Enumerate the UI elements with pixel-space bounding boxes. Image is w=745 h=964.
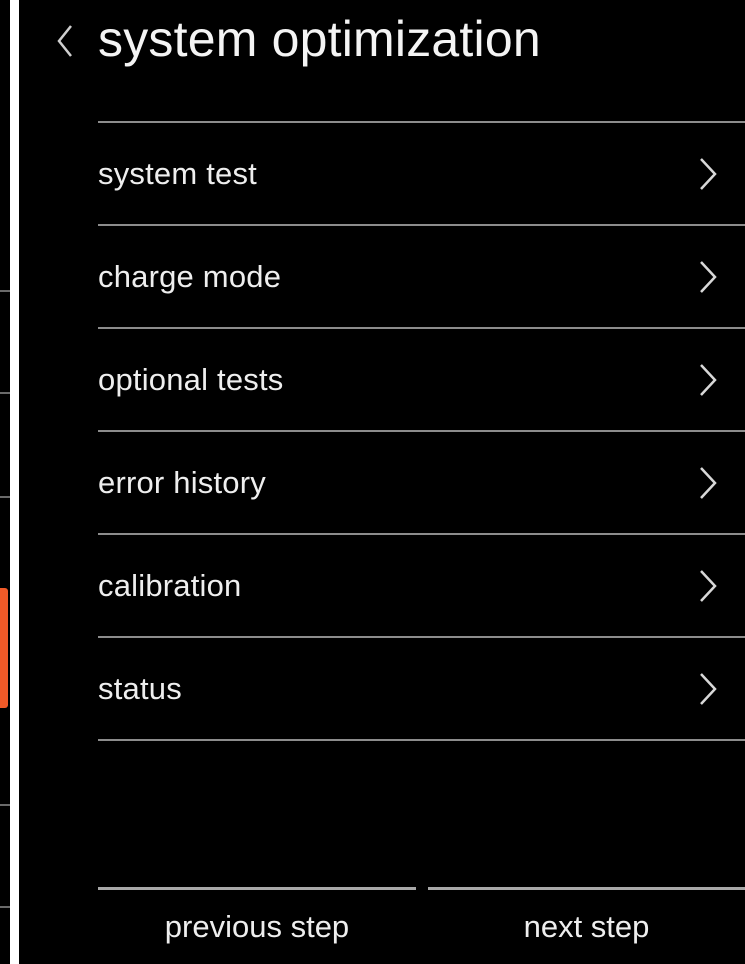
step-navigation: previous step next step (98, 887, 745, 964)
background-screen-edge (0, 0, 10, 964)
menu-item-label: status (98, 670, 182, 706)
chevron-right-icon (700, 363, 717, 396)
settings-menu: system test charge mode optional tests e… (98, 121, 745, 741)
system-optimization-screen: system optimization system test charge m… (19, 0, 745, 964)
menu-item-status[interactable]: status (98, 638, 745, 739)
chevron-right-icon (700, 157, 717, 190)
menu-item-label: calibration (98, 567, 242, 603)
background-divider (0, 496, 10, 498)
menu-item-optional-tests[interactable]: optional tests (98, 329, 745, 430)
previous-step-button[interactable]: previous step (98, 890, 416, 964)
next-step-button[interactable]: next step (428, 890, 745, 964)
page-title: system optimization (98, 11, 541, 67)
background-accent-marker (0, 588, 8, 708)
menu-item-label: error history (98, 464, 266, 500)
chevron-right-icon (700, 260, 717, 293)
menu-item-label: optional tests (98, 361, 284, 397)
menu-divider (98, 739, 745, 741)
chevron-left-icon (57, 25, 72, 57)
chevron-right-icon (700, 672, 717, 705)
menu-item-calibration[interactable]: calibration (98, 535, 745, 636)
back-button[interactable] (45, 16, 85, 66)
background-divider (0, 392, 10, 394)
menu-item-system-test[interactable]: system test (98, 123, 745, 224)
background-divider (0, 804, 10, 806)
device-frame: system optimization system test charge m… (0, 0, 745, 964)
menu-item-error-history[interactable]: error history (98, 432, 745, 533)
chevron-right-icon (700, 466, 717, 499)
chevron-right-icon (700, 569, 717, 602)
menu-item-label: charge mode (98, 258, 282, 294)
menu-item-charge-mode[interactable]: charge mode (98, 226, 745, 327)
menu-item-label: system test (98, 155, 257, 191)
background-divider (0, 906, 10, 908)
background-divider (0, 290, 10, 292)
